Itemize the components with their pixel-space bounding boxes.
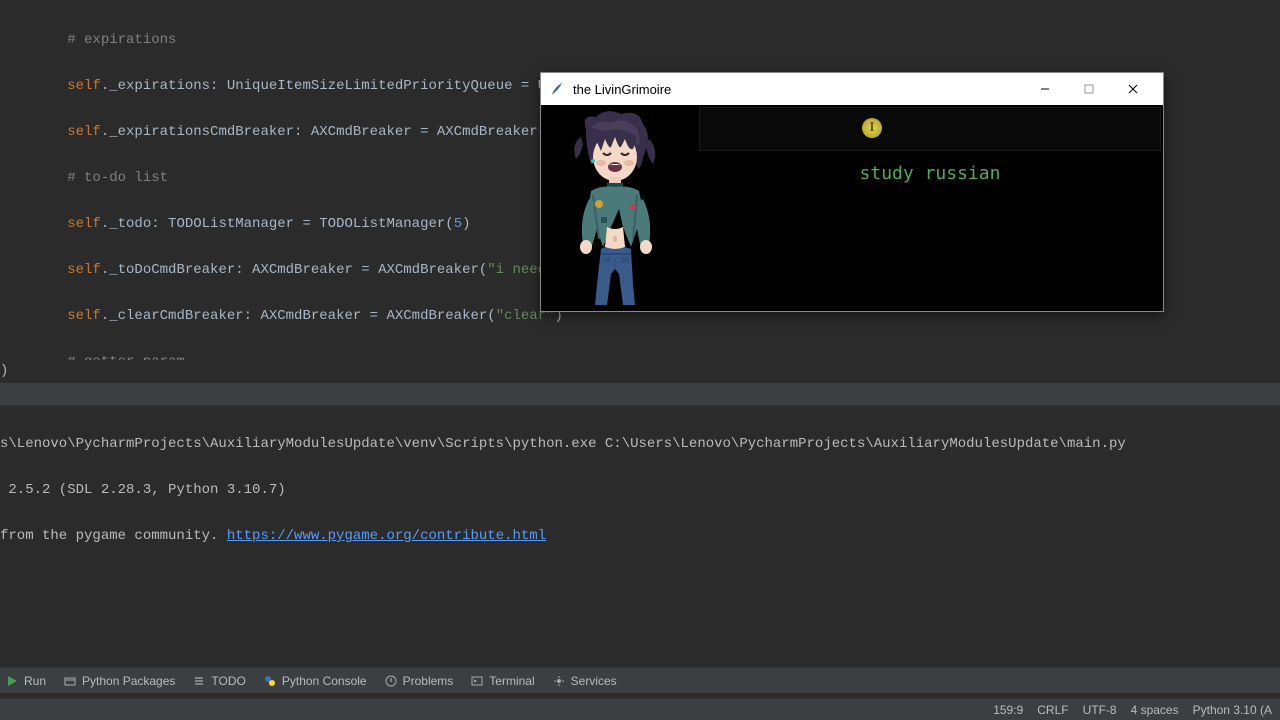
status-bar: 159:9 CRLF UTF-8 4 spaces Python 3.10 (A (0, 698, 1280, 720)
console-line: s\Lenovo\PycharmProjects\AuxiliaryModule… (0, 436, 1126, 452)
tk-feather-icon (549, 81, 565, 97)
run-tool[interactable]: Run (6, 674, 46, 688)
tool-label: Python Console (282, 674, 367, 688)
code-comment: # expirations (67, 32, 176, 48)
avatar-pane (541, 105, 697, 311)
minimize-button[interactable] (1023, 73, 1067, 105)
app-body: I study russian (541, 105, 1163, 311)
todo-tool[interactable]: TODO (193, 674, 245, 688)
interpreter[interactable]: Python 3.10 (A (1193, 703, 1272, 717)
package-icon (64, 675, 76, 687)
character-sprite (551, 109, 681, 307)
console-line: 2.5.2 (SDL 2.28.3, Python 3.10.7) (0, 482, 286, 498)
window-titlebar[interactable]: the LivinGrimoire (541, 73, 1163, 105)
console-tabs[interactable] (0, 388, 1280, 406)
code-text (0, 32, 67, 48)
play-icon (6, 675, 18, 687)
python-icon (264, 675, 276, 687)
tool-label: TODO (211, 674, 245, 688)
pygame-contribute-link[interactable]: https://www.pygame.org/contribute.html (227, 528, 546, 544)
problems-tool[interactable]: Problems (385, 674, 454, 688)
tool-label: Python Packages (82, 674, 175, 688)
tool-window-bar: Run Python Packages TODO Python Console … (0, 667, 1280, 693)
close-icon (1128, 84, 1138, 94)
minimize-icon (1040, 84, 1050, 94)
indent-config[interactable]: 4 spaces (1131, 703, 1179, 717)
livin-grimoire-window[interactable]: the LivinGrimoire (540, 72, 1164, 312)
services-icon (553, 675, 565, 687)
console-line: from the pygame community. (0, 528, 227, 544)
window-title: the LivinGrimoire (573, 82, 1023, 97)
run-console[interactable]: s\Lenovo\PycharmProjects\AuxiliaryModule… (0, 406, 1280, 681)
python-packages-tool[interactable]: Python Packages (64, 674, 175, 688)
text-cursor-highlight: I (862, 118, 882, 138)
command-input[interactable]: I (699, 107, 1161, 151)
text-pane: I study russian (697, 105, 1163, 311)
caret-position[interactable]: 159:9 (993, 703, 1023, 717)
file-encoding[interactable]: UTF-8 (1083, 703, 1117, 717)
list-icon (193, 675, 205, 687)
code-text: ) (0, 363, 8, 379)
warning-icon (385, 675, 397, 687)
terminal-icon (471, 675, 483, 687)
services-tool[interactable]: Services (553, 674, 617, 688)
python-console-tool[interactable]: Python Console (264, 674, 367, 688)
terminal-tool[interactable]: Terminal (471, 674, 534, 688)
output-text: study russian (697, 153, 1163, 311)
maximize-icon (1084, 84, 1094, 94)
line-separator[interactable]: CRLF (1037, 703, 1068, 717)
tool-label: Problems (403, 674, 454, 688)
close-button[interactable] (1111, 73, 1155, 105)
tool-label: Terminal (489, 674, 534, 688)
tool-label: Run (24, 674, 46, 688)
tool-label: Services (571, 674, 617, 688)
maximize-button[interactable] (1067, 73, 1111, 105)
